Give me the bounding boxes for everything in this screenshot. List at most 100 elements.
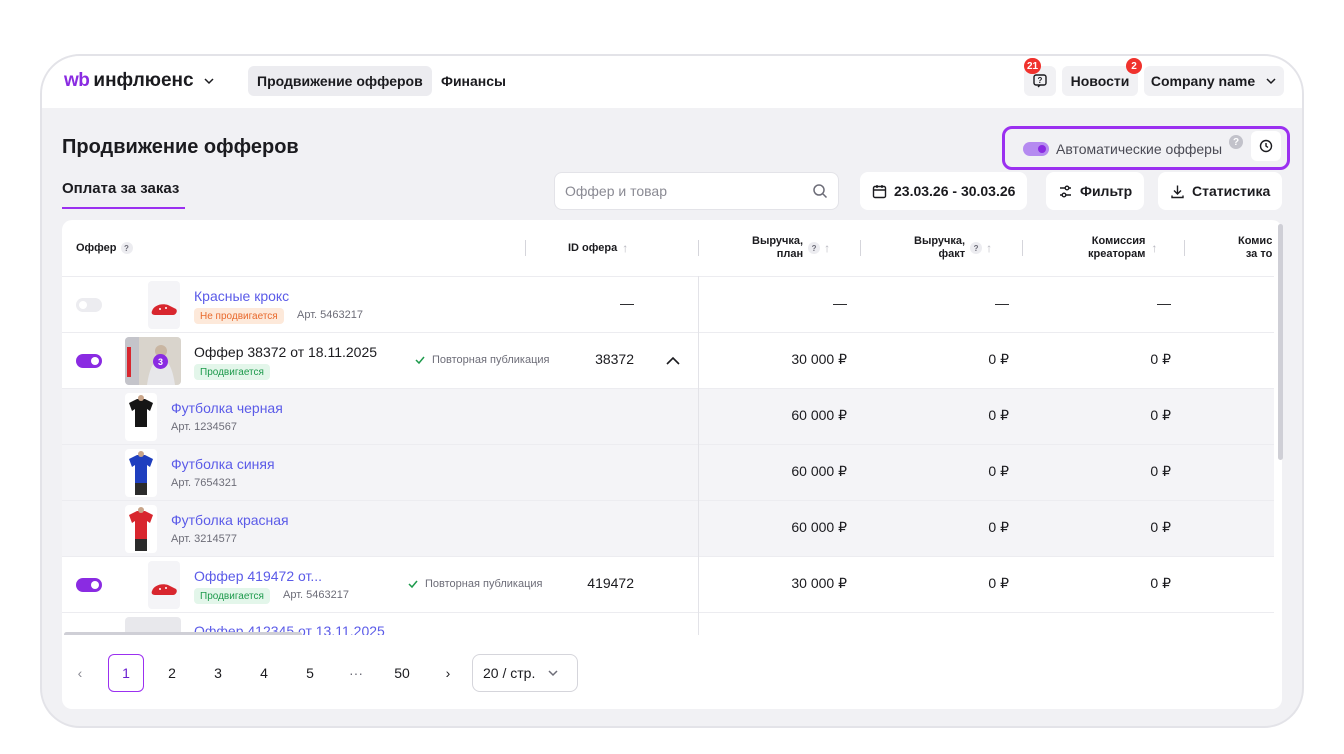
status-badge: Продвигается: [194, 588, 270, 604]
auto-offers-label: Автоматические офферы: [1056, 141, 1223, 157]
commission: 0 ₽: [1150, 463, 1171, 479]
col-header-offer[interactable]: Оффер ?: [76, 220, 133, 276]
col-header-revenue-plan-line2: план: [776, 248, 804, 260]
company-selector[interactable]: Company name: [1144, 66, 1284, 96]
page-button-1[interactable]: 1: [108, 654, 144, 692]
download-icon: [1171, 185, 1184, 198]
status-badge: Не продвигается: [194, 308, 284, 324]
page-button-2[interactable]: 2: [154, 654, 190, 692]
support-badge: 21: [1024, 58, 1042, 74]
offer-title[interactable]: Оффер 38372 от 18.11.2025: [194, 344, 377, 360]
col-header-id-label: ID офера: [568, 242, 618, 254]
article-number: Арт. 5463217: [297, 309, 363, 321]
page-ellipsis[interactable]: ···: [338, 654, 374, 692]
top-navbar: wb инфлюенс Продвижение офферов Финансы …: [42, 56, 1302, 108]
revenue-fact: 0 ₽: [988, 463, 1009, 479]
tab-active-indicator: [62, 207, 185, 209]
chevron-up-icon[interactable]: [665, 354, 681, 366]
page-button-5[interactable]: 5: [292, 654, 328, 692]
tab-pay-per-order[interactable]: Оплата за заказ: [62, 180, 179, 197]
nav-offers-promotion[interactable]: Продвижение офферов: [248, 66, 432, 96]
history-button[interactable]: [1251, 131, 1281, 161]
auto-offers-toggle[interactable]: [1023, 142, 1049, 156]
col-header-revenue-plan[interactable]: Выручка, план ? ↑: [752, 220, 830, 276]
col-header-revenue-fact[interactable]: Выручка, факт ? ↑: [914, 220, 992, 276]
offer-toggle[interactable]: [76, 298, 102, 312]
offer-id: 38372: [595, 351, 634, 367]
revenue-fact: —: [995, 295, 1009, 311]
product-title-link[interactable]: Футболка черная: [171, 400, 283, 416]
revenue-fact: 0 ₽: [988, 575, 1009, 591]
date-range-button[interactable]: 23.03.26 - 30.03.26: [860, 172, 1028, 210]
help-icon[interactable]: ?: [120, 242, 133, 254]
table-subrow[interactable]: Футболка черная Арт. 1234567 60 000 ₽ 0 …: [62, 388, 1274, 444]
product-thumbnail: [125, 505, 157, 553]
next-page-button[interactable]: ›: [430, 654, 466, 692]
item-count-badge: 3: [153, 354, 168, 369]
table-row[interactable]: Красные крокс Не продвигается Арт. 54632…: [62, 276, 1274, 332]
article-number: Арт. 7654321: [171, 477, 237, 489]
col-header-revenue-plan-line1: Выручка,: [752, 235, 804, 247]
col-header-commission-2[interactable]: Комис за то: [1238, 220, 1272, 276]
news-label: Новости: [1070, 73, 1130, 89]
date-range-label: 23.03.26 - 30.03.26: [894, 183, 1016, 199]
app-logo[interactable]: wb инфлюенс: [64, 70, 216, 92]
sort-arrow-icon: ↑: [1151, 240, 1158, 255]
commission: 0 ₽: [1150, 575, 1171, 591]
offer-group-thumbnail: 3: [125, 337, 181, 385]
support-button[interactable]: ? 21: [1024, 58, 1056, 96]
table-subrow[interactable]: Футболка синяя Арт. 7654321 60 000 ₽ 0 ₽…: [62, 444, 1274, 500]
prev-page-button[interactable]: ‹: [62, 654, 98, 692]
offer-toggle[interactable]: [76, 578, 102, 592]
help-icon[interactable]: ?: [1229, 135, 1243, 149]
news-button[interactable]: Новости 2: [1062, 58, 1142, 96]
news-badge: 2: [1126, 58, 1142, 74]
offers-table: Оффер ? ID офера ↑ Выручка, план ? ↑ Выру…: [62, 220, 1282, 635]
statistics-button[interactable]: Статистика: [1158, 172, 1283, 210]
page-button-3[interactable]: 3: [200, 654, 236, 692]
col-header-revenue-fact-line1: Выручка,: [914, 235, 966, 247]
table-row[interactable]: Оффер 419472 от... Продвигается Арт. 546…: [62, 556, 1274, 612]
article-number: Арт. 3214577: [171, 533, 237, 545]
help-icon[interactable]: ?: [970, 242, 983, 254]
product-title-link[interactable]: Футболка синяя: [171, 456, 275, 472]
filter-button[interactable]: Фильтр: [1046, 172, 1145, 210]
svg-text:?: ?: [1038, 76, 1043, 85]
logo-wb: wb: [64, 70, 90, 91]
col-header-id[interactable]: ID офера ↑: [568, 220, 628, 276]
page-button-50[interactable]: 50: [384, 654, 420, 692]
col-header-commission[interactable]: Комиссия креаторам ↑: [1088, 220, 1157, 276]
product-title-link[interactable]: Футболка красная: [171, 512, 289, 528]
search-icon: [813, 184, 828, 199]
calendar-icon: [872, 184, 887, 198]
revenue-plan: 60 000 ₽: [791, 519, 847, 535]
commission: —: [1157, 295, 1171, 311]
search-placeholder: Оффер и товар: [565, 183, 667, 199]
table-row[interactable]: 3 Оффер 38372 от 18.11.2025 Продвигается…: [62, 332, 1274, 388]
offer-id: —: [620, 295, 634, 311]
commission: 0 ₽: [1150, 407, 1171, 423]
search-input[interactable]: Оффер и товар: [554, 172, 839, 210]
col-header-commission-line1: Комиссия: [1091, 235, 1146, 247]
page-button-4[interactable]: 4: [246, 654, 282, 692]
col-header-commission-line2: креаторам: [1088, 248, 1146, 260]
col-divider: [1022, 240, 1023, 256]
offer-toggle[interactable]: [76, 354, 102, 368]
vertical-scrollbar[interactable]: [1278, 224, 1283, 460]
col-header-commission-2-line2: за то: [1245, 248, 1273, 260]
col-divider: [860, 240, 861, 256]
chevron-down-icon: [204, 78, 214, 85]
help-icon[interactable]: ?: [808, 242, 821, 254]
revenue-fact: 0 ₽: [988, 351, 1009, 367]
per-page-select[interactable]: 20 / стр.: [472, 654, 578, 692]
offer-title-link[interactable]: Красные крокс: [194, 288, 289, 304]
history-icon: [1259, 139, 1273, 153]
column-divider-line: [698, 276, 699, 635]
col-divider: [698, 240, 699, 256]
col-header-offer-label: Оффер: [76, 242, 117, 254]
offer-title-link[interactable]: Оффер 419472 от...: [194, 568, 322, 584]
col-header-commission-2-line1: Комис: [1238, 235, 1273, 247]
nav-finances[interactable]: Финансы: [432, 66, 515, 96]
table-subrow[interactable]: Футболка красная Арт. 3214577 60 000 ₽ 0…: [62, 500, 1274, 556]
statistics-label: Статистика: [1192, 183, 1271, 199]
